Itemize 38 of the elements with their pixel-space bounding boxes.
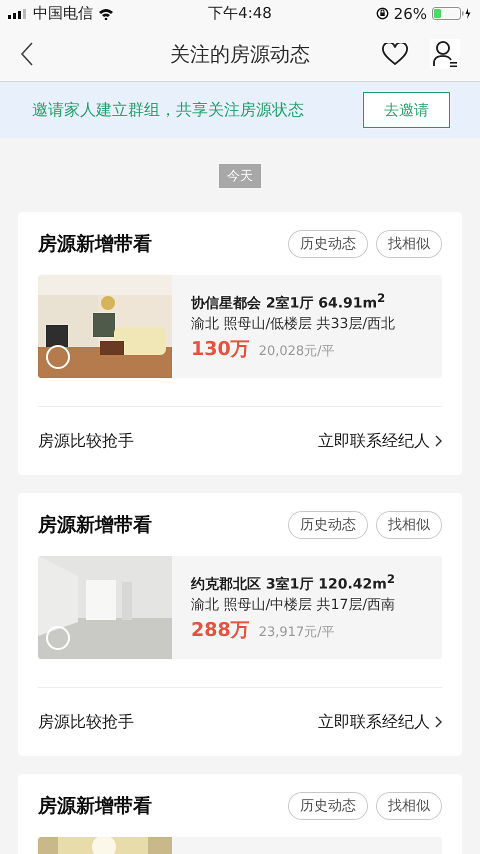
chevron-icon xyxy=(435,435,442,447)
battery-icon xyxy=(432,7,472,20)
page-title: 关注的房源动态 xyxy=(170,40,310,68)
unit-price: 23,917元/平 xyxy=(258,624,335,642)
footer-note: 房源比较抢手 xyxy=(38,430,134,452)
action-button[interactable]: 历史动态 xyxy=(288,510,368,538)
wifi-icon xyxy=(98,8,114,20)
listing-name: 协信星都会 2室1厅 64.91m$^{2}$ xyxy=(191,290,386,312)
action-button[interactable]: 历史动态 xyxy=(288,230,368,258)
listing-price: 130万 xyxy=(191,337,250,362)
invite-text: 邀请家人建立群组，共享关注房源状态 xyxy=(32,100,304,120)
card-title: 房源新增带看 xyxy=(38,794,152,818)
carrier-name: 中国电信 xyxy=(33,4,93,23)
action-button[interactable]: 找相似 xyxy=(376,510,442,538)
contact-agent-link[interactable]: 立即联系经纪人 xyxy=(318,712,442,732)
back-icon[interactable] xyxy=(20,42,34,66)
unit-price: 20,028元/平 xyxy=(258,343,335,360)
listing-name: 约克郡北区 3室1厅 120.42m$^{2}$ xyxy=(191,572,396,594)
action-button[interactable]: 找相似 xyxy=(376,230,442,258)
listing-location: 渝北 照母山/低楼层 共33层/西北 xyxy=(191,315,396,334)
signal-icon xyxy=(8,8,28,18)
footer-note: 房源比较抢手 xyxy=(38,712,134,732)
action-button[interactable]: 找相似 xyxy=(376,792,442,820)
clock-time: 下午4:48 xyxy=(208,4,272,23)
date-label: 今天 xyxy=(219,164,261,188)
card-title: 房源新增带看 xyxy=(38,512,152,538)
listing-panel[interactable]: 协信星都会 2室1厅 64.91m$^{2}$ 渝北 照母山/低楼层 共33层/西北 130万 20,028元/平 xyxy=(38,275,442,378)
chevron-icon xyxy=(435,716,442,728)
rotation-lock-icon xyxy=(376,7,389,20)
action-button[interactable]: 历史动态 xyxy=(288,792,368,820)
heart-icon[interactable] xyxy=(382,42,408,66)
listing-location: 渝北 照母山/中楼层 共17层/西南 xyxy=(191,596,396,614)
listing-price: 288万 xyxy=(191,618,250,644)
battery-percent: 26% xyxy=(394,4,427,22)
listing-panel[interactable]: 约克郡北区 3室1厅 120.42m$^{2}$ 渝北 照母山/中楼层 共17层/西南 288万 23,917元/平 xyxy=(38,556,442,659)
card-title: 房源新增带看 xyxy=(38,232,152,256)
contact-agent-link[interactable]: 立即联系经纪人 xyxy=(318,430,442,452)
user-icon[interactable] xyxy=(430,39,460,69)
